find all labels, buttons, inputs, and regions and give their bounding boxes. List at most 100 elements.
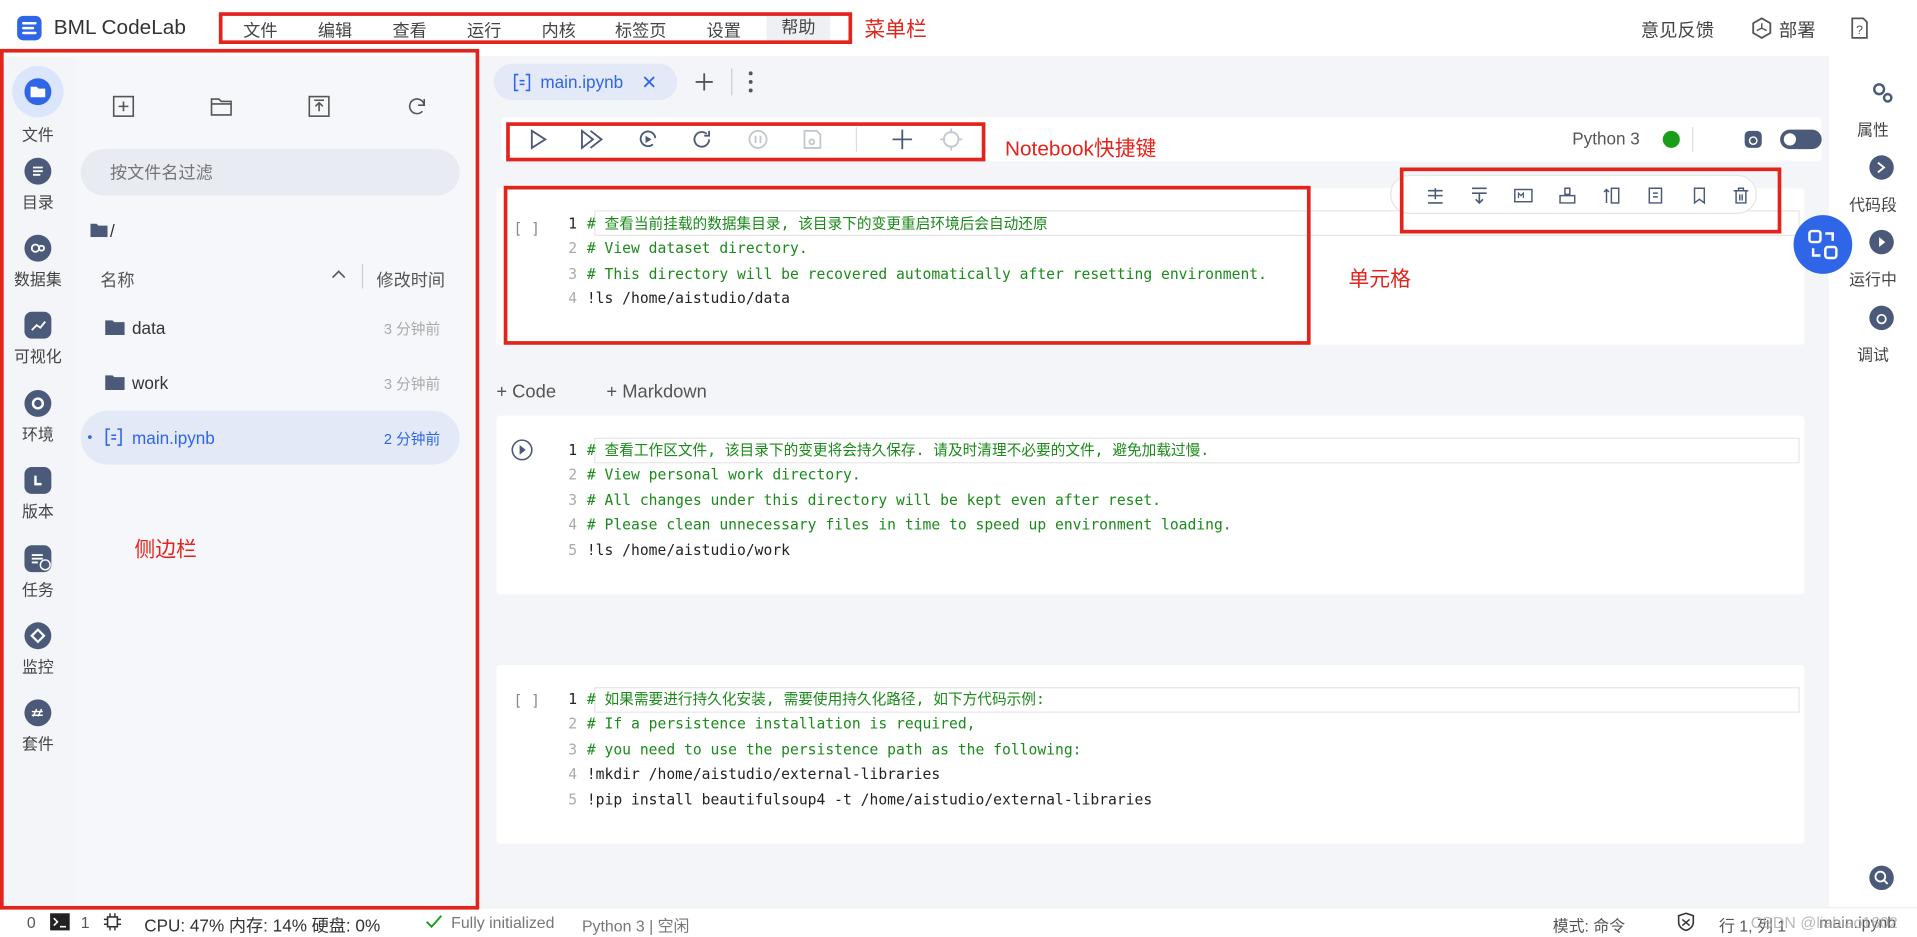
rail-environment[interactable]: 环境 bbox=[0, 390, 76, 467]
menu-view[interactable]: 查看 bbox=[378, 18, 442, 42]
notebook-icon bbox=[105, 428, 122, 446]
add-cell-icon[interactable] bbox=[890, 127, 914, 151]
code-line[interactable]: 2 # If a persistence installation is requ… bbox=[550, 712, 975, 736]
add-code-button[interactable]: + Code bbox=[496, 381, 556, 402]
status-bar: 0 1 CPU: 47% 内存: 14% 硬盘: 0% Fully initia… bbox=[0, 907, 1917, 937]
rail-version[interactable]: 版本 bbox=[0, 467, 76, 544]
terminal-icon[interactable] bbox=[50, 913, 70, 931]
annotation-cell-label: 单元格 bbox=[1348, 267, 1411, 291]
code-line[interactable]: 5 !pip install beautifulsoup4 -t /home/ai… bbox=[550, 787, 1152, 811]
copy-icon[interactable] bbox=[1646, 186, 1666, 206]
run-cell-icon[interactable] bbox=[511, 439, 533, 461]
mode-indicator[interactable]: 模式: 命令 bbox=[1553, 913, 1625, 936]
code-line[interactable]: 1 # 查看工作区文件, 该目录下的变更将会持久保存. 请及时清理不必要的文件, … bbox=[550, 438, 1209, 462]
kernel-name[interactable]: Python 3 bbox=[1572, 128, 1640, 148]
rail-toc[interactable]: 目录 bbox=[0, 157, 76, 235]
menu-help[interactable]: 帮助 bbox=[766, 13, 831, 41]
menu-tabs[interactable]: 标签页 bbox=[609, 18, 673, 42]
deploy-button[interactable]: 部署 bbox=[1779, 17, 1816, 43]
file-row-work[interactable]: work 3 分钟前 bbox=[81, 356, 460, 410]
menu-run[interactable]: 运行 bbox=[452, 18, 516, 42]
new-tab-icon[interactable] bbox=[694, 72, 714, 92]
code-line[interactable]: 4 !mkdir /home/aistudio/external-librarie… bbox=[550, 762, 940, 786]
file-row-main-ipynb[interactable]: main.ipynb 2 分钟前 bbox=[80, 410, 460, 465]
column-divider bbox=[361, 264, 364, 289]
rail-label: 可视化 bbox=[14, 347, 62, 366]
kit-icon bbox=[24, 699, 52, 727]
new-folder-icon[interactable] bbox=[208, 93, 235, 120]
rail-dataset[interactable]: 数据集 bbox=[0, 234, 76, 312]
shield-icon[interactable] bbox=[1676, 912, 1696, 932]
more-icon[interactable] bbox=[748, 71, 753, 93]
upload-icon[interactable] bbox=[306, 93, 333, 120]
play-icon bbox=[1869, 229, 1894, 255]
bookmark-icon[interactable] bbox=[1690, 186, 1710, 206]
markdown-icon[interactable] bbox=[1514, 186, 1534, 206]
clear-icon[interactable] bbox=[1558, 186, 1578, 206]
rail-visualization[interactable]: 可视化 bbox=[0, 311, 76, 389]
run-all-icon[interactable] bbox=[580, 127, 604, 151]
tab-bar: main.ipynb bbox=[479, 56, 1830, 108]
run-icon[interactable] bbox=[526, 127, 550, 151]
code-line[interactable]: 5 !ls /home/aistudio/work bbox=[550, 538, 790, 562]
column-name-header[interactable]: 名称 bbox=[100, 268, 134, 292]
sort-up-icon[interactable] bbox=[330, 267, 347, 282]
cpu-icon bbox=[103, 912, 123, 932]
line-number: 1 bbox=[568, 690, 578, 708]
code-line[interactable]: 1 # 如果需要进行持久化安装, 需要使用持久化路径, 如下方代码示例: bbox=[550, 687, 1045, 711]
code-line[interactable]: 3 # you need to use the persistence path … bbox=[550, 737, 1081, 761]
tab-main-ipynb[interactable]: main.ipynb bbox=[493, 63, 678, 101]
rail-task[interactable]: 任务 bbox=[0, 545, 76, 622]
toggle-knob bbox=[1783, 133, 1796, 146]
kernel-status[interactable]: Python 3 | 空闲 bbox=[582, 913, 689, 936]
question-icon[interactable]: ? bbox=[1850, 16, 1870, 40]
rail-monitor[interactable]: 监控 bbox=[0, 622, 76, 699]
rail-files[interactable]: 文件 bbox=[0, 66, 76, 155]
debug-toggle[interactable] bbox=[1780, 129, 1822, 150]
code-line[interactable]: 2 # View personal work directory. bbox=[550, 462, 860, 486]
line-number: 2 bbox=[568, 465, 578, 483]
rail-kit[interactable]: 套件 bbox=[0, 699, 76, 776]
save-icon[interactable] bbox=[800, 127, 824, 151]
menu-file[interactable]: 文件 bbox=[229, 18, 293, 42]
delete-icon[interactable] bbox=[1731, 186, 1751, 206]
restart-run-icon[interactable] bbox=[636, 127, 660, 151]
code-text: # This directory will be recovered autom… bbox=[586, 265, 1267, 283]
convert-floating-button[interactable] bbox=[1793, 215, 1853, 274]
rail-label: 版本 bbox=[21, 502, 54, 521]
breadcrumb[interactable]: / bbox=[110, 221, 115, 241]
file-filter-input[interactable] bbox=[80, 149, 460, 196]
check-code-icon bbox=[424, 913, 444, 930]
code-line[interactable]: 2 # View dataset directory. bbox=[550, 236, 807, 260]
menu-kernel[interactable]: 内核 bbox=[527, 18, 591, 42]
restart-icon[interactable] bbox=[690, 127, 714, 151]
svg-text:?: ? bbox=[1856, 23, 1863, 37]
code-line[interactable]: 3 # All changes under this directory will… bbox=[550, 488, 1161, 512]
refresh-icon[interactable] bbox=[403, 93, 430, 120]
interrupt-icon[interactable] bbox=[746, 127, 770, 151]
dataset-icon bbox=[24, 234, 52, 262]
new-file-icon[interactable] bbox=[110, 93, 137, 120]
file-row-data[interactable]: data 3 分钟前 bbox=[81, 301, 460, 355]
add-markdown-button[interactable]: + Markdown bbox=[606, 381, 706, 402]
code-line[interactable]: 3 # This directory will be recovered auto… bbox=[550, 262, 1267, 286]
menu-edit[interactable]: 编辑 bbox=[303, 18, 367, 42]
code-line[interactable]: 4 !ls /home/aistudio/data bbox=[550, 286, 790, 310]
insert-below-icon[interactable] bbox=[1470, 186, 1490, 206]
close-icon[interactable] bbox=[641, 73, 658, 90]
debug-icon[interactable] bbox=[1743, 130, 1763, 150]
notebook-cell[interactable]: [ ] 1 # 如果需要进行持久化安装, 需要使用持久化路径, 如下方代码示例: … bbox=[496, 665, 1805, 844]
insert-above-icon[interactable] bbox=[1426, 186, 1446, 206]
file-time: 3 分钟前 bbox=[383, 375, 441, 393]
notebook-cell[interactable]: 1 # 查看工作区文件, 该目录下的变更将会持久保存. 请及时清理不必要的文件, … bbox=[496, 415, 1805, 595]
code-line[interactable]: 4 # Please clean unnecessary files in tim… bbox=[550, 512, 1231, 536]
column-time-header[interactable]: 修改时间 bbox=[377, 268, 445, 292]
locate-icon[interactable] bbox=[939, 127, 963, 151]
folder-icon bbox=[24, 78, 52, 106]
code-line[interactable]: 1 # 查看当前挂载的数据集目录, 该目录下的变更重启环境后会自动还原 bbox=[550, 212, 1047, 236]
search-icon[interactable] bbox=[1869, 865, 1894, 891]
feedback-link[interactable]: 意见反馈 bbox=[1641, 17, 1714, 43]
menu-settings[interactable]: 设置 bbox=[692, 18, 756, 42]
top-bar: BML CodeLab 文件 编辑 查看 运行 内核 标签页 设置 帮助 意见反… bbox=[0, 0, 1917, 57]
move-icon[interactable] bbox=[1602, 186, 1622, 206]
